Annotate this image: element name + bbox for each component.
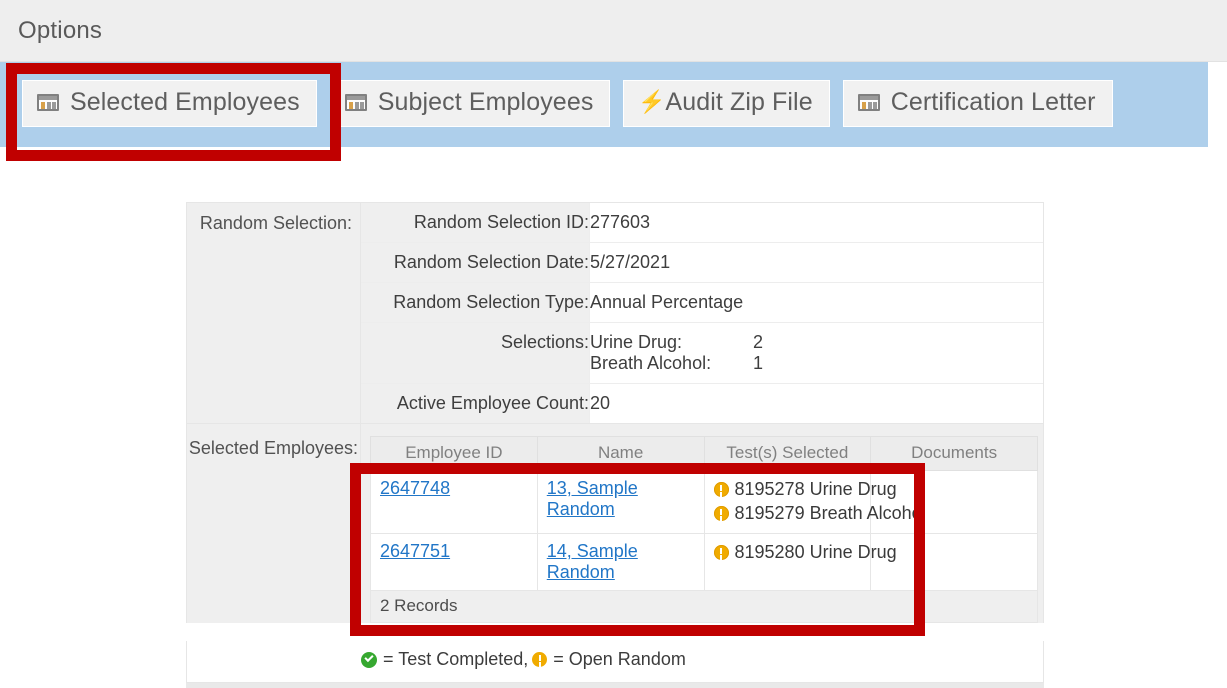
field-label-selections: Selections: [361, 323, 590, 384]
random-selection-fields-table: Random Selection ID: 277603 Random Selec… [361, 203, 1043, 423]
test-label: 8195279 Breath Alcohol [735, 502, 926, 526]
field-label-active-employee-count: Active Employee Count: [361, 384, 590, 424]
tab-list: Selected Employees Subject Employees ⚡ A… [22, 80, 1113, 127]
field-row-random-selection-date: Random Selection Date: 5/27/2021 [361, 243, 1043, 283]
section-selected-employees: Selected Employees: Employee ID Name Tes… [187, 424, 1043, 623]
panel-bottom-strip [186, 683, 1044, 688]
column-header-documents[interactable]: Documents [871, 437, 1038, 471]
test-item: 8195278 Urine Drug [714, 478, 862, 502]
cell-tests-selected: 8195278 Urine Drug 8195279 Breath Alcoho… [704, 471, 871, 534]
section-label-cell-random-selection: Random Selection: [187, 203, 361, 423]
tab-label-selected-employees: Selected Employees [70, 90, 300, 115]
selections-key-breath-alcohol: Breath Alcohol: [590, 353, 753, 374]
open-random-icon [714, 545, 729, 560]
legend-completed-text: = Test Completed, [383, 649, 528, 670]
employee-name-link[interactable]: 14, Sample Random [547, 541, 638, 582]
selections-value-urine-drug: 2 [753, 332, 763, 353]
section-label-selected-employees: Selected Employees: [189, 438, 358, 459]
employee-id-link[interactable]: 2647748 [380, 478, 450, 498]
grid-icon [37, 94, 59, 111]
cell-name: 14, Sample Random [537, 533, 704, 590]
selected-employees-table-head: Employee ID Name Test(s) Selected Docume… [371, 437, 1038, 471]
tab-strip: Selected Employees Subject Employees ⚡ A… [0, 62, 1208, 147]
selected-employees-grid-wrap: Employee ID Name Test(s) Selected Docume… [361, 424, 1043, 623]
field-label-random-selection-date: Random Selection Date: [361, 243, 590, 283]
test-item: 8195280 Urine Drug [714, 541, 862, 565]
field-label-random-selection-type: Random Selection Type: [361, 283, 590, 323]
table-header-row: Employee ID Name Test(s) Selected Docume… [371, 437, 1038, 471]
table-row: 2647751 14, Sample Random 8195280 Urine … [371, 533, 1038, 590]
open-random-icon [714, 506, 729, 521]
cell-tests-selected: 8195280 Urine Drug [704, 533, 871, 590]
column-header-tests-selected[interactable]: Test(s) Selected [704, 437, 871, 471]
grid-icon [345, 94, 367, 111]
record-count-label: 2 Records [371, 590, 1038, 622]
content-panel: Random Selection: Random Selection ID: 2… [186, 202, 1044, 623]
selections-key-urine-drug: Urine Drug: [590, 332, 753, 353]
field-value-random-selection-type: Annual Percentage [590, 283, 1044, 323]
table-row: 2647748 13, Sample Random 8195278 Urine … [371, 471, 1038, 534]
selected-employees-table: Employee ID Name Test(s) Selected Docume… [370, 436, 1038, 623]
section-random-selection: Random Selection: Random Selection ID: 2… [187, 203, 1043, 424]
field-row-random-selection-id: Random Selection ID: 277603 [361, 203, 1043, 243]
lightning-bolt-icon: ⚡ [638, 92, 654, 114]
open-random-icon [532, 652, 547, 667]
legend-content: = Test Completed, = Open Random [361, 649, 686, 670]
tab-label-audit-zip-file: Audit Zip File [665, 90, 812, 115]
tab-audit-zip-file[interactable]: ⚡ Audit Zip File [623, 80, 829, 127]
employee-id-link[interactable]: 2647751 [380, 541, 450, 561]
legend-open-text: = Open Random [553, 649, 686, 670]
legend-row: = Test Completed, = Open Random [186, 641, 1044, 683]
selections-value-breath-alcohol: 1 [753, 353, 763, 374]
field-row-selections: Selections: Urine Drug: 2 Breath Alcohol… [361, 323, 1043, 384]
cell-name: 13, Sample Random [537, 471, 704, 534]
tab-certification-letter[interactable]: Certification Letter [843, 80, 1113, 127]
selections-line-breath-alcohol: Breath Alcohol: 1 [590, 353, 1043, 374]
page-title: Options [18, 17, 102, 45]
field-row-random-selection-type: Random Selection Type: Annual Percentage [361, 283, 1043, 323]
field-value-random-selection-id: 277603 [590, 203, 1044, 243]
test-label: 8195280 Urine Drug [735, 541, 897, 565]
selected-employees-table-body: 2647748 13, Sample Random 8195278 Urine … [371, 471, 1038, 623]
section-body-selected-employees: Employee ID Name Test(s) Selected Docume… [361, 424, 1043, 623]
cell-employee-id: 2647748 [371, 471, 538, 534]
open-random-icon [714, 482, 729, 497]
grid-icon [858, 94, 880, 111]
field-value-random-selection-date: 5/27/2021 [590, 243, 1044, 283]
test-label: 8195278 Urine Drug [735, 478, 897, 502]
section-body-random-selection: Random Selection ID: 277603 Random Selec… [361, 203, 1043, 423]
column-header-name[interactable]: Name [537, 437, 704, 471]
field-value-selections: Urine Drug: 2 Breath Alcohol: 1 [590, 323, 1044, 384]
cell-employee-id: 2647751 [371, 533, 538, 590]
test-item: 8195279 Breath Alcohol [714, 502, 862, 526]
field-row-active-employee-count: Active Employee Count: 20 [361, 384, 1043, 424]
tab-subject-employees[interactable]: Subject Employees [330, 80, 611, 127]
tab-label-subject-employees: Subject Employees [378, 90, 594, 115]
section-label-cell-selected-employees: Selected Employees: [187, 424, 361, 623]
column-header-employee-id[interactable]: Employee ID [371, 437, 538, 471]
selections-line-urine-drug: Urine Drug: 2 [590, 332, 1043, 353]
field-value-active-employee-count: 20 [590, 384, 1044, 424]
field-label-random-selection-id: Random Selection ID: [361, 203, 590, 243]
employee-name-link[interactable]: 13, Sample Random [547, 478, 638, 519]
tab-selected-employees[interactable]: Selected Employees [22, 80, 317, 127]
section-label-random-selection: Random Selection: [200, 213, 352, 234]
test-completed-icon [361, 652, 377, 668]
options-header-bar: Options [0, 0, 1227, 62]
table-footer-row: 2 Records [371, 590, 1038, 622]
tab-label-certification-letter: Certification Letter [891, 90, 1096, 115]
